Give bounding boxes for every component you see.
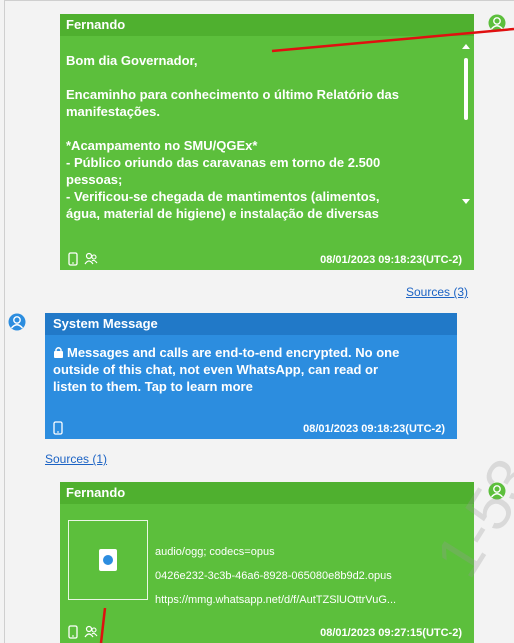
annotation-line (99, 607, 107, 643)
chat-panel: Fernando Bom dia Governador, Encaminho p… (0, 0, 514, 643)
annotation-line (271, 27, 514, 53)
